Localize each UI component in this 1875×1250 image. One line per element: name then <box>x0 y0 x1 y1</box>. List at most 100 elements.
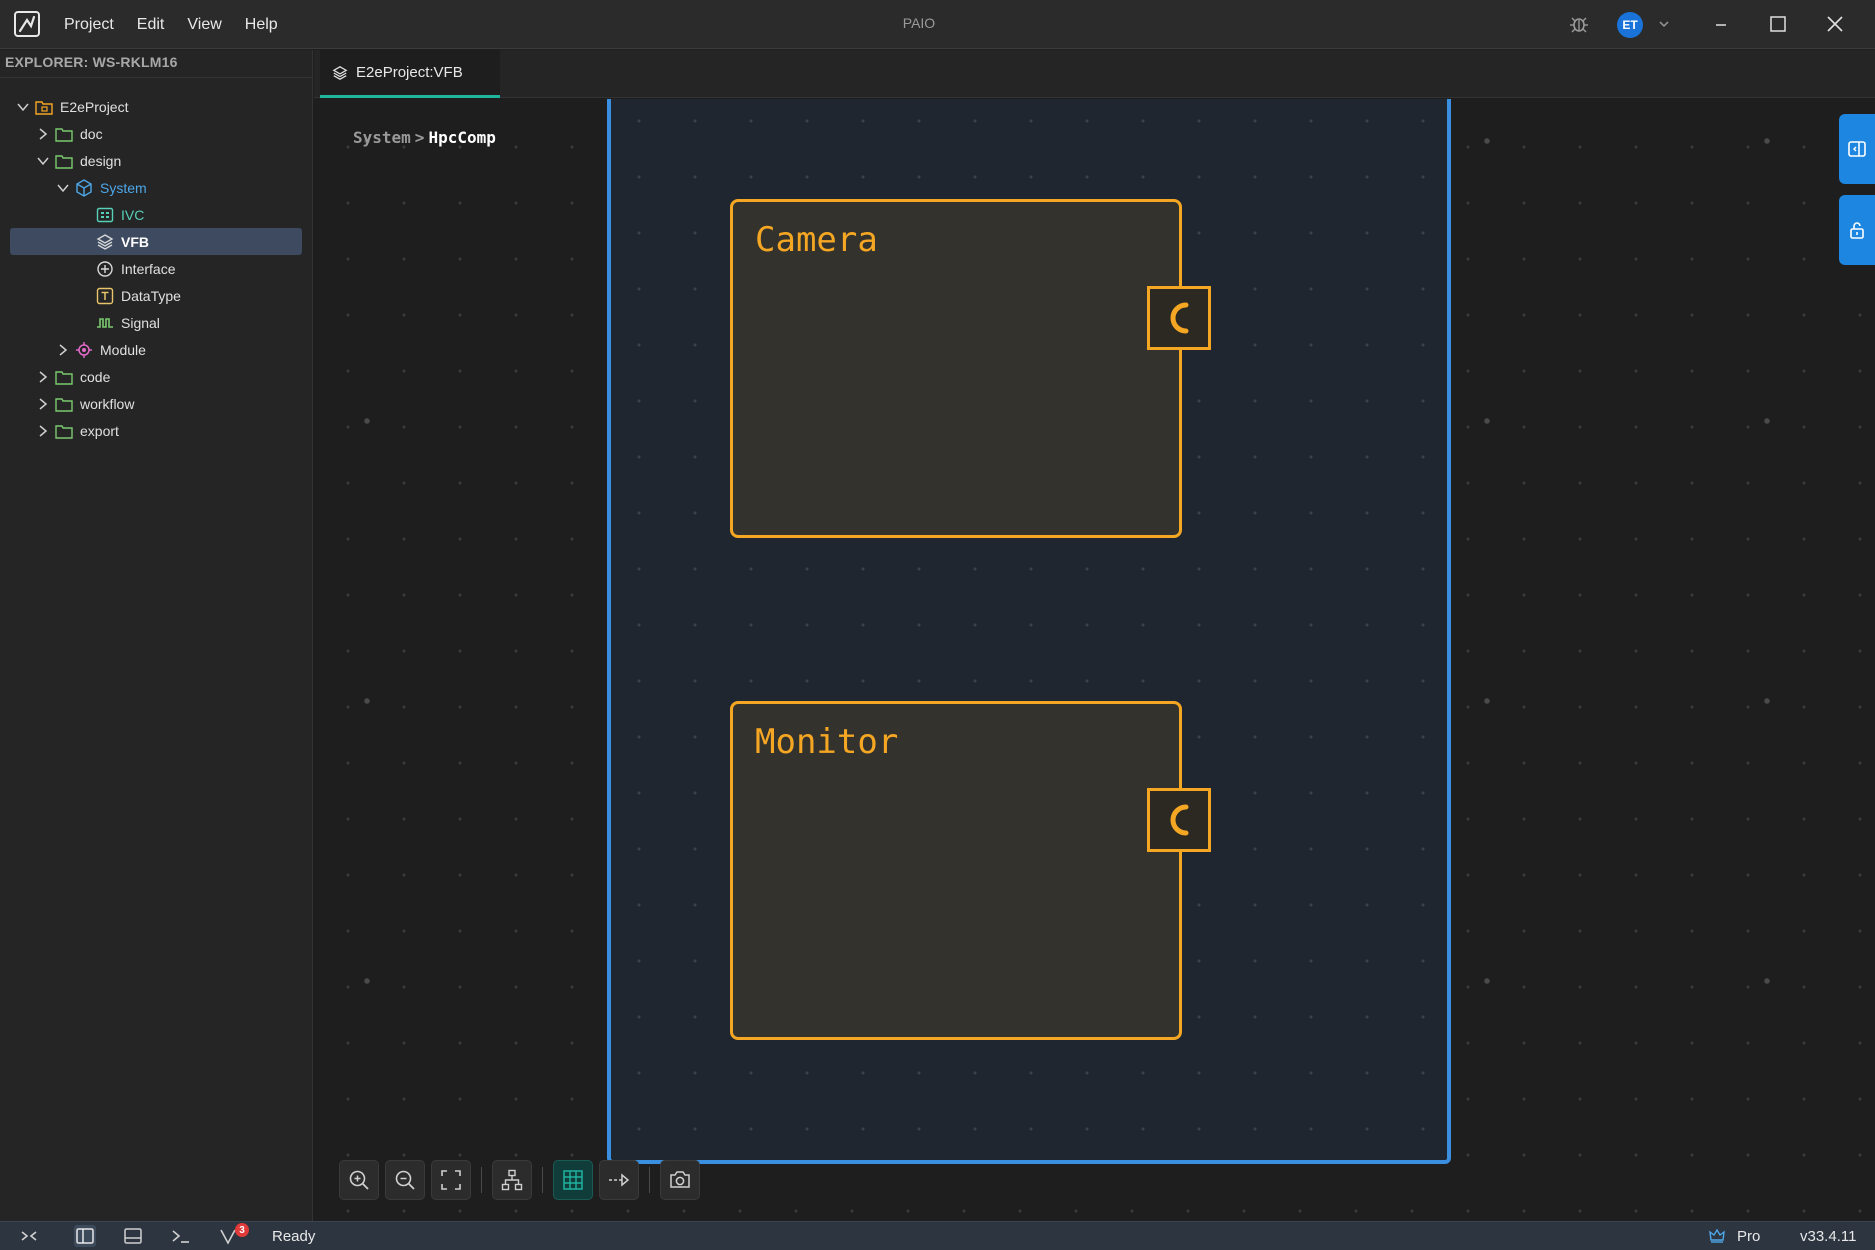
tree-item-design[interactable]: design <box>10 147 302 174</box>
folder-icon <box>55 424 73 439</box>
diagram-canvas[interactable]: System > HpcComp Camera Monitor <box>314 99 1875 1220</box>
auto-layout-button[interactable] <box>492 1160 532 1200</box>
connection-icon <box>609 1173 630 1187</box>
chevron-down-icon[interactable] <box>1657 17 1671 31</box>
tree-item-workflow[interactable]: workflow <box>10 390 302 417</box>
tree-item-label: IVC <box>121 206 145 223</box>
tree-item-label: code <box>80 368 111 385</box>
unlock-icon <box>1850 222 1864 239</box>
client-port[interactable] <box>1147 788 1211 852</box>
zoom-in-icon <box>349 1170 369 1190</box>
tree-item-signal[interactable]: Signal <box>10 309 302 336</box>
crown-icon <box>1709 1228 1725 1243</box>
maximize-icon[interactable] <box>1766 12 1790 36</box>
tree-item-label: doc <box>80 125 103 142</box>
port-icon <box>1170 302 1189 334</box>
tab-e2eproject-vfb[interactable]: E2eProject:VFB <box>320 50 500 98</box>
editor-tab-bar: E2eProject:VFB <box>314 50 1875 98</box>
toolbar-divider <box>481 1167 482 1193</box>
tree-item-system[interactable]: System <box>10 174 302 201</box>
chevron-right-icon[interactable] <box>36 127 50 141</box>
chevron-down-icon[interactable] <box>36 154 50 168</box>
terminal-icon[interactable] <box>170 1225 192 1247</box>
canvas-toolbar <box>339 1160 706 1200</box>
signal-icon <box>97 317 113 328</box>
screenshot-button[interactable] <box>660 1160 700 1200</box>
tree-item-label: design <box>80 152 122 169</box>
tree-item-code[interactable]: code <box>10 363 302 390</box>
tree-item-label: Module <box>100 341 146 358</box>
version-label: v33.4.11 <box>1800 1228 1857 1245</box>
grid-icon <box>563 1170 583 1190</box>
tree-item-label: export <box>80 422 119 439</box>
title-bar: Project Edit View Help PAIO ET <box>0 0 1875 49</box>
tree-item-label: System <box>100 179 147 196</box>
connection-button[interactable] <box>599 1160 639 1200</box>
zoom-in-button[interactable] <box>339 1160 379 1200</box>
tree-item-label: VFB <box>121 233 149 250</box>
interface-icon <box>97 260 113 277</box>
grid-toggle-button[interactable] <box>553 1160 593 1200</box>
tree-item-export[interactable]: export <box>10 417 302 444</box>
bug-icon[interactable] <box>1568 13 1590 35</box>
chevron-down-icon[interactable] <box>56 181 70 195</box>
chevron-right-icon[interactable] <box>36 370 50 384</box>
plan-label[interactable]: Pro <box>1737 1228 1760 1245</box>
panel-collapse-icon <box>1848 141 1866 157</box>
layers-icon <box>332 65 348 80</box>
toolbar-divider <box>542 1167 543 1193</box>
cube-icon <box>76 178 92 197</box>
auto-layout-icon <box>501 1169 523 1191</box>
tree-item-ivc[interactable]: IVC <box>10 201 302 228</box>
zoom-out-icon <box>395 1170 415 1190</box>
chevron-down-icon[interactable] <box>16 100 30 114</box>
layers-icon <box>96 233 114 250</box>
component-name: Monitor <box>755 722 899 762</box>
folder-icon <box>55 127 73 142</box>
status-text: Ready <box>272 1228 316 1245</box>
toggle-panel-button[interactable] <box>1839 114 1875 184</box>
component-name: Camera <box>755 220 878 260</box>
project-folder-icon <box>35 100 53 115</box>
notification-badge: 3 <box>235 1223 249 1237</box>
folder-icon <box>55 397 73 412</box>
client-port[interactable] <box>1147 286 1211 350</box>
tree-item-doc[interactable]: doc <box>10 120 302 147</box>
tree-item-vfb[interactable]: VFB <box>10 228 302 255</box>
tree-item-interface[interactable]: Interface <box>10 255 302 282</box>
explorer-divider <box>0 77 312 78</box>
component-monitor[interactable]: Monitor <box>730 701 1211 1040</box>
remote-icon[interactable] <box>18 1225 40 1247</box>
type-icon <box>96 287 114 304</box>
chevron-right-icon[interactable] <box>56 343 70 357</box>
chevron-right-icon[interactable] <box>36 424 50 438</box>
breadcrumb-parent[interactable]: System <box>353 128 411 147</box>
toolbar-divider <box>649 1167 650 1193</box>
app-title: PAIO <box>902 15 936 31</box>
folder-icon <box>55 370 73 385</box>
close-icon[interactable] <box>1823 12 1847 36</box>
user-avatar[interactable]: ET <box>1617 12 1643 38</box>
tree-item-label: Signal <box>121 314 160 331</box>
sidebar-toggle-icon[interactable] <box>74 1225 96 1247</box>
tree-item-e2eproject[interactable]: E2eProject <box>10 93 302 120</box>
chevron-right-icon[interactable] <box>36 397 50 411</box>
fit-screen-icon <box>441 1170 461 1190</box>
panel-toggle-icon[interactable] <box>122 1225 144 1247</box>
tree-item-datatype[interactable]: DataType <box>10 282 302 309</box>
status-bar: 3 Ready Pro v33.4.11 <box>0 1221 1875 1250</box>
camera-icon <box>670 1171 690 1188</box>
tree-item-label: E2eProject <box>60 98 129 115</box>
component-camera[interactable]: Camera <box>730 199 1211 538</box>
breadcrumb-current: HpcComp <box>428 128 496 147</box>
tree-item-module[interactable]: Module <box>10 336 302 363</box>
grid-icon <box>96 207 114 222</box>
fit-screen-button[interactable] <box>431 1160 471 1200</box>
folder-icon <box>55 154 73 169</box>
tree-item-label: workflow <box>80 395 135 412</box>
lock-button[interactable] <box>1839 195 1875 265</box>
zoom-out-button[interactable] <box>385 1160 425 1200</box>
breadcrumb-separator: > <box>414 128 425 147</box>
minimize-icon[interactable] <box>1709 12 1733 36</box>
tab-label: E2eProject:VFB <box>356 64 463 81</box>
